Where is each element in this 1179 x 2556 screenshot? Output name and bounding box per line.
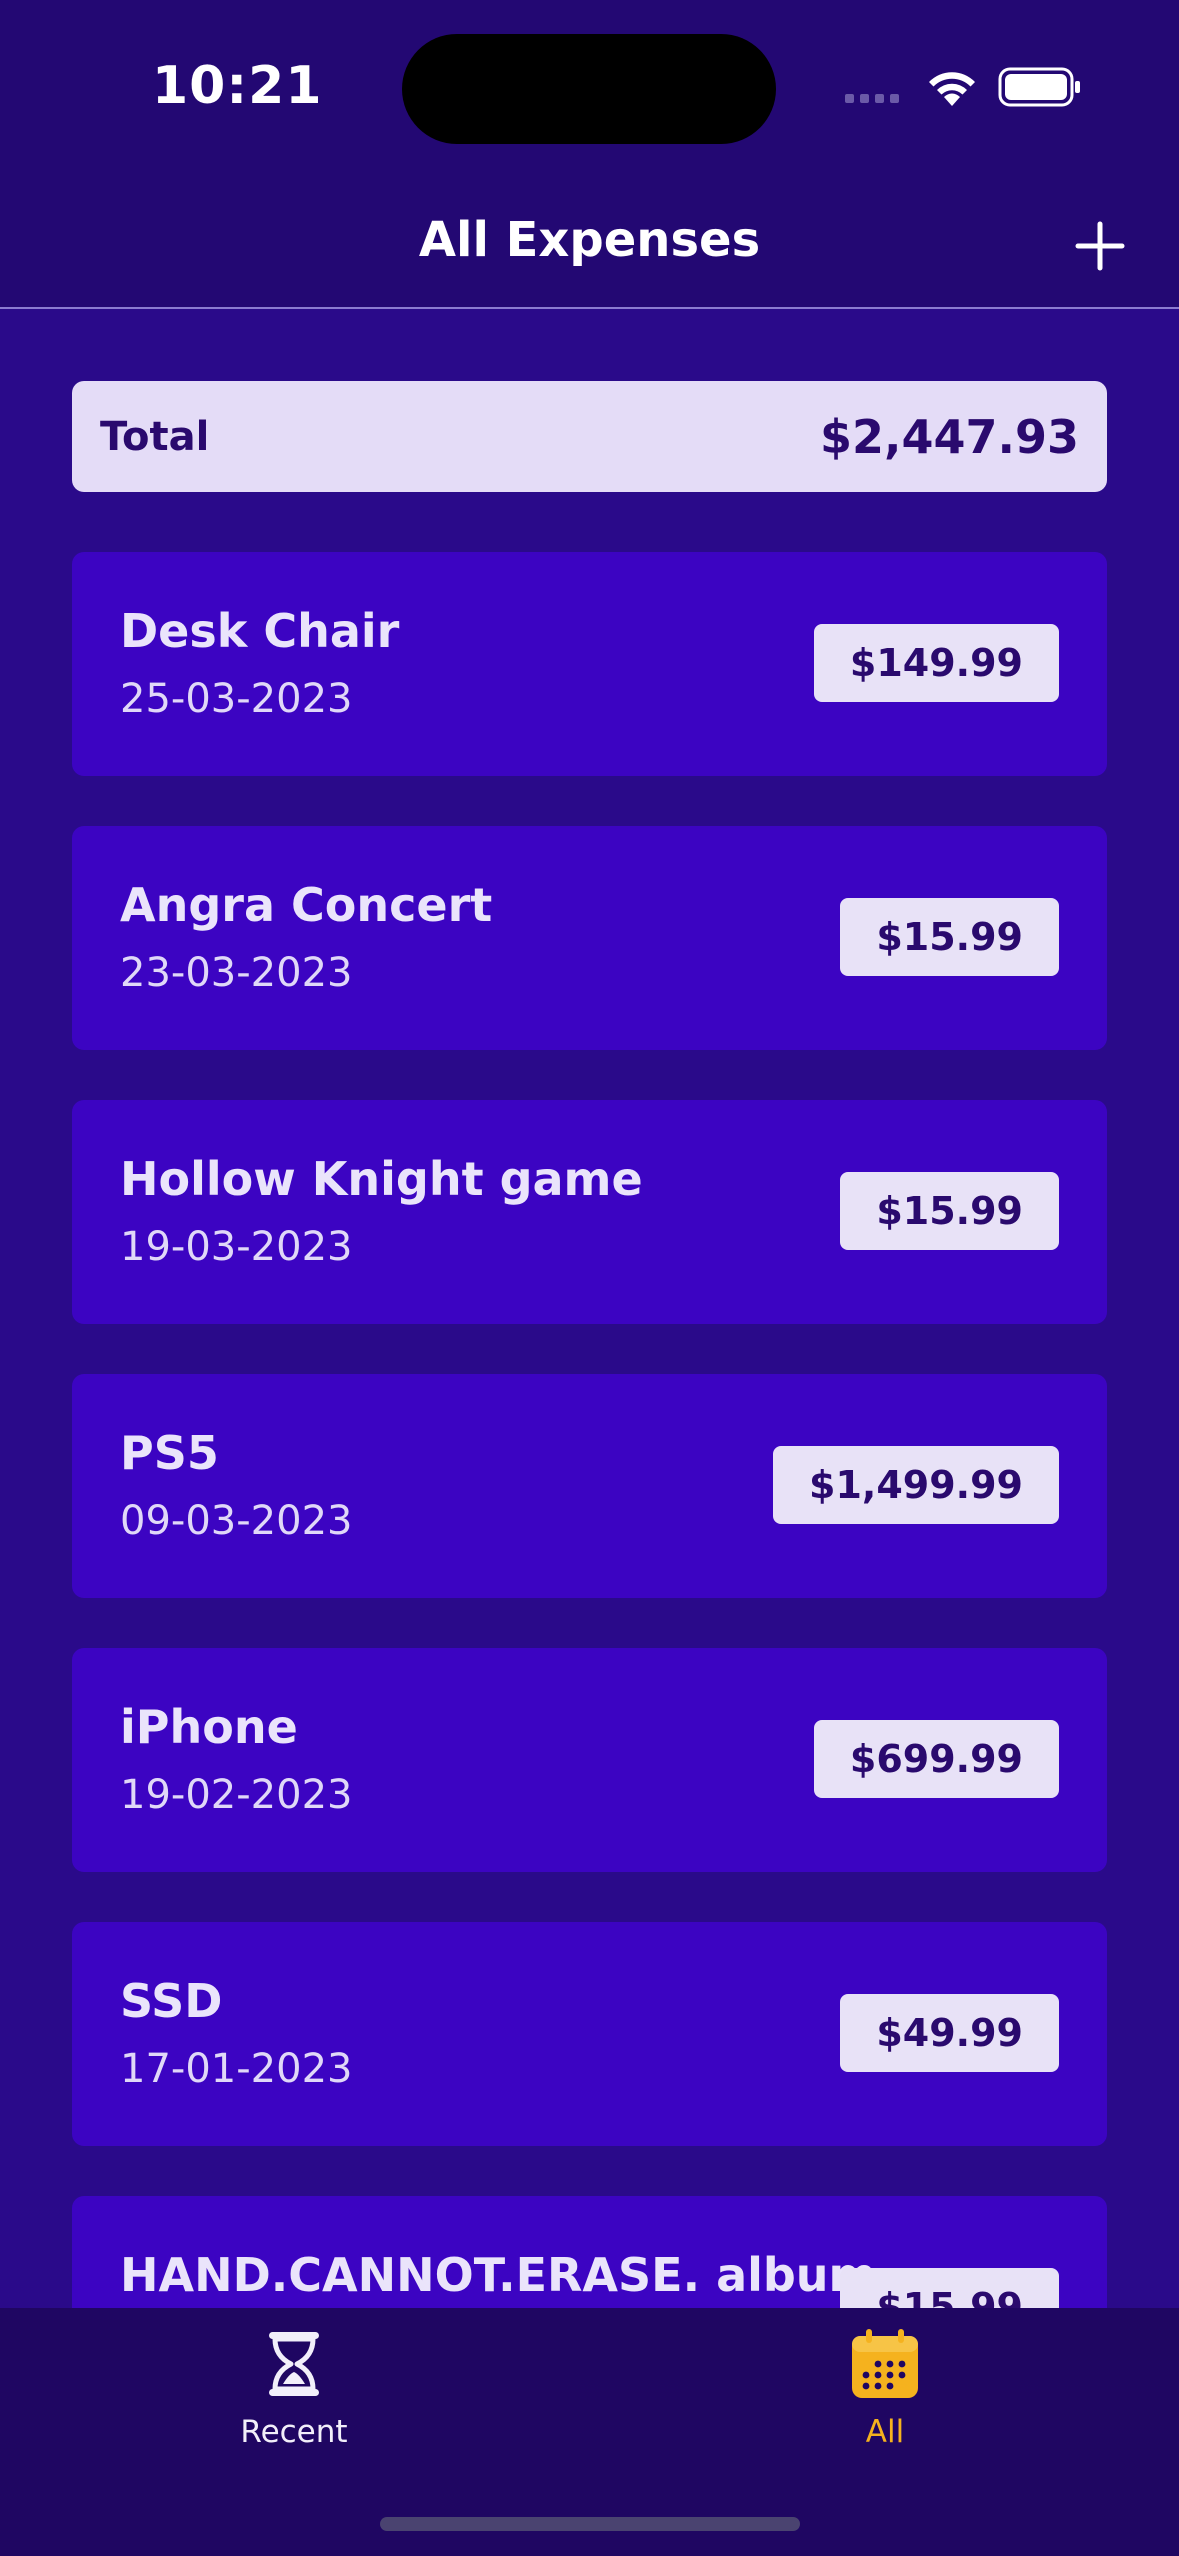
expense-name: Desk Chair bbox=[120, 604, 400, 658]
expense-amount: $699.99 bbox=[813, 1720, 1059, 1798]
plus-icon bbox=[1075, 221, 1125, 271]
expense-name: Angra Concert bbox=[120, 878, 493, 932]
expense-date: 25-03-2023 bbox=[120, 676, 353, 722]
tab-recent[interactable]: Recent bbox=[144, 2328, 444, 2478]
tab-recent-label: Recent bbox=[240, 2414, 348, 2450]
tab-all-label: All bbox=[865, 2414, 905, 2450]
tab-all[interactable]: All bbox=[735, 2328, 1035, 2478]
wifi-icon bbox=[929, 72, 975, 106]
expense-name: PS5 bbox=[120, 1426, 219, 1480]
status-bar: 10:21 bbox=[0, 0, 1179, 180]
expense-row[interactable]: PS5 09-03-2023 $1,499.99 bbox=[72, 1374, 1107, 1598]
status-time: 10:21 bbox=[152, 56, 323, 116]
home-indicator[interactable] bbox=[380, 2517, 800, 2531]
expense-amount: $15.99 bbox=[840, 1172, 1059, 1250]
expense-row[interactable]: Desk Chair 25-03-2023 $149.99 bbox=[72, 552, 1107, 776]
expense-date: 17-01-2023 bbox=[120, 2046, 353, 2092]
expense-row[interactable]: Angra Concert 23-03-2023 $15.99 bbox=[72, 826, 1107, 1050]
total-amount: $2,447.93 bbox=[820, 409, 1079, 464]
expense-name: SSD bbox=[120, 1974, 223, 2028]
cellular-signal-icon bbox=[845, 94, 899, 103]
expense-amount: $1,499.99 bbox=[773, 1446, 1059, 1524]
expense-name: Hollow Knight game bbox=[120, 1152, 643, 1206]
expense-amount: $15.99 bbox=[840, 2268, 1059, 2308]
expense-date: 09-03-2023 bbox=[120, 1498, 353, 1544]
tab-bar: Recent All bbox=[0, 2308, 1179, 2556]
battery-icon bbox=[998, 67, 1080, 107]
expense-row[interactable]: iPhone 19-02-2023 $699.99 bbox=[72, 1648, 1107, 1872]
expense-amount: $49.99 bbox=[840, 1994, 1059, 2072]
expense-row[interactable]: HAND.CANNOT.ERASE. album $15.99 bbox=[72, 2196, 1107, 2308]
navigation-bar: All Expenses bbox=[0, 180, 1179, 309]
expense-date: 19-03-2023 bbox=[120, 1224, 353, 1270]
expense-amount: $15.99 bbox=[840, 898, 1059, 976]
expense-name: iPhone bbox=[120, 1700, 298, 1754]
add-expense-button[interactable] bbox=[1070, 216, 1130, 276]
expense-date: 23-03-2023 bbox=[120, 950, 353, 996]
expense-name: HAND.CANNOT.ERASE. album bbox=[120, 2248, 877, 2302]
total-summary: Total $2,447.93 bbox=[72, 381, 1107, 492]
total-label: Total bbox=[100, 413, 210, 460]
dynamic-island bbox=[402, 34, 776, 144]
expenses-list[interactable]: Total $2,447.93 Desk Chair 25-03-2023 $1… bbox=[0, 311, 1179, 2308]
expense-amount: $149.99 bbox=[813, 624, 1059, 702]
calendar-icon bbox=[852, 2329, 918, 2398]
hourglass-icon bbox=[269, 2332, 319, 2396]
expense-row[interactable]: Hollow Knight game 19-03-2023 $15.99 bbox=[72, 1100, 1107, 1324]
expense-row[interactable]: SSD 17-01-2023 $49.99 bbox=[72, 1922, 1107, 2146]
page-title: All Expenses bbox=[418, 212, 761, 268]
expense-date: 19-02-2023 bbox=[120, 1772, 353, 1818]
